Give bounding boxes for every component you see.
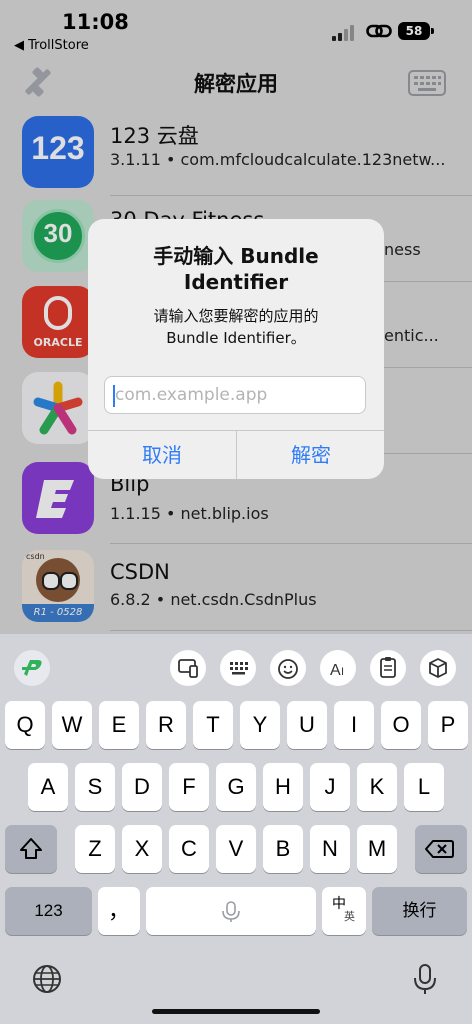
dialog-title: 手动输入 Bundle Identifier (88, 243, 384, 295)
key-d[interactable]: D (122, 763, 162, 811)
bundle-id-field[interactable] (104, 376, 366, 414)
lang-en-label: 英 (344, 911, 355, 923)
clipboard-icon[interactable] (370, 650, 406, 686)
decrypt-button[interactable]: 解密 (237, 431, 384, 479)
device-switch-icon[interactable] (170, 650, 206, 686)
svg-text:A: A (330, 662, 341, 679)
key-y[interactable]: Y (240, 701, 280, 749)
key-b[interactable]: B (263, 825, 303, 873)
delete-key[interactable] (415, 825, 467, 873)
key-u[interactable]: U (287, 701, 327, 749)
key-c[interactable]: C (169, 825, 209, 873)
cancel-button[interactable]: 取消 (88, 431, 236, 479)
key-k[interactable]: K (357, 763, 397, 811)
return-key[interactable]: 换行 (372, 887, 467, 935)
key-e[interactable]: E (99, 701, 139, 749)
emoji-icon[interactable] (270, 650, 306, 686)
key-f[interactable]: F (169, 763, 209, 811)
screen: 11:08 ◀ TrollStore 58 解密应用 123 123 云盘 3.… (0, 0, 472, 1024)
bundle-id-input[interactable] (113, 377, 357, 413)
key-z[interactable]: Z (75, 825, 115, 873)
key-m[interactable]: M (357, 825, 397, 873)
language-switch-key[interactable]: 中 英 (322, 887, 366, 935)
key-j[interactable]: J (310, 763, 350, 811)
key-p[interactable]: P (428, 701, 468, 749)
shift-key[interactable] (5, 825, 57, 873)
comma-key[interactable]: ， (98, 887, 140, 935)
backspace-icon (425, 840, 454, 858)
key-o[interactable]: O (381, 701, 421, 749)
cube-icon[interactable] (420, 650, 456, 686)
dialog-message: 请输入您要解密的应用的 Bundle Identifier。 (88, 305, 384, 349)
key-q[interactable]: Q (5, 701, 45, 749)
dictation-microphone-icon[interactable] (410, 962, 440, 996)
key-g[interactable]: G (216, 763, 256, 811)
numbers-key[interactable]: 123 (5, 887, 92, 935)
key-n[interactable]: N (310, 825, 350, 873)
key-s[interactable]: S (75, 763, 115, 811)
dialog-message-line1: 请输入您要解密的应用的 (153, 307, 319, 325)
key-i[interactable]: I (334, 701, 374, 749)
globe-icon[interactable] (31, 963, 63, 995)
key-v[interactable]: V (216, 825, 256, 873)
home-indicator (152, 1009, 320, 1014)
key-h[interactable]: H (263, 763, 303, 811)
space-key[interactable] (146, 887, 316, 935)
keyboard-logo-icon[interactable] (14, 650, 50, 686)
svg-text:I: I (341, 666, 344, 678)
dialog-message-line2: Bundle Identifier。 (166, 329, 306, 347)
microphone-icon (222, 901, 240, 922)
key-t[interactable]: T (193, 701, 233, 749)
key-w[interactable]: W (52, 701, 92, 749)
dialog-title-line1: 手动输入 Bundle (153, 244, 319, 268)
text-caret (113, 385, 115, 407)
shift-icon (20, 838, 42, 859)
key-a[interactable]: A (28, 763, 68, 811)
key-l[interactable]: L (404, 763, 444, 811)
key-x[interactable]: X (122, 825, 162, 873)
text-style-icon[interactable]: AI (320, 650, 356, 686)
key-r[interactable]: R (146, 701, 186, 749)
bundle-id-dialog: 手动输入 Bundle Identifier 请输入您要解密的应用的 Bundl… (88, 219, 384, 479)
dialog-title-line2: Identifier (183, 270, 289, 294)
keypad-grid-icon[interactable] (220, 650, 256, 686)
